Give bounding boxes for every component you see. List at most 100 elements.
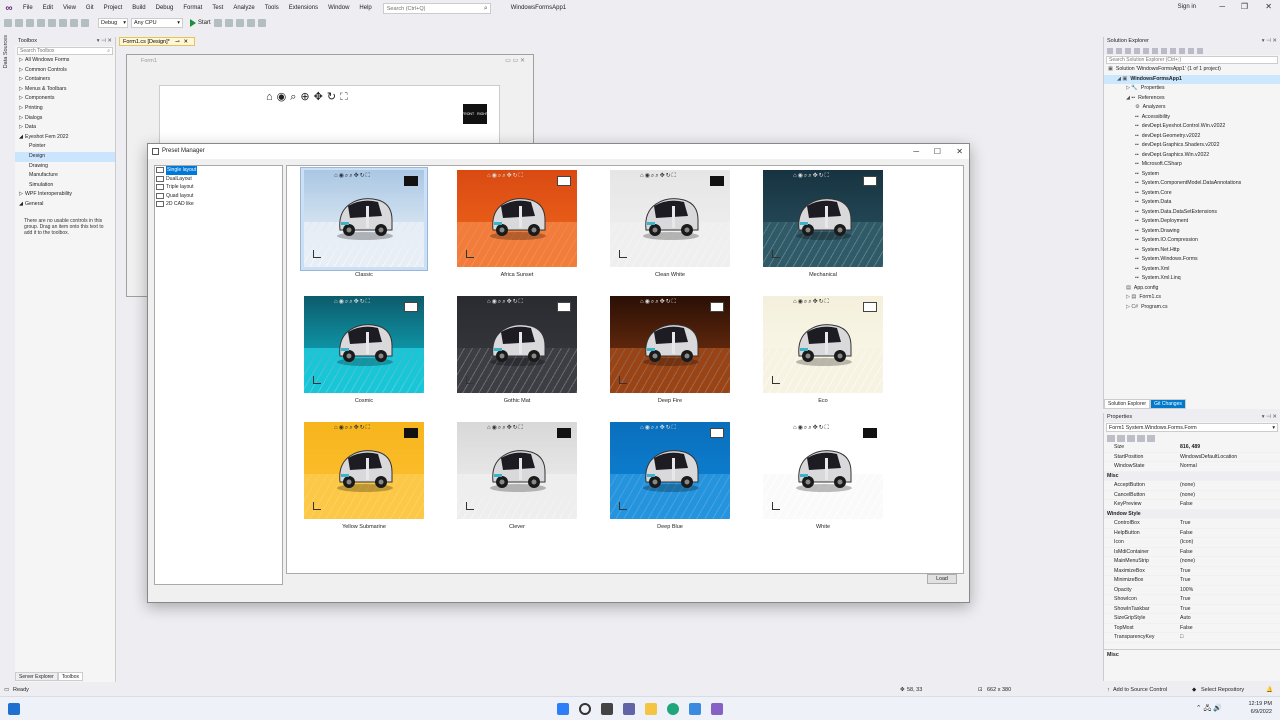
preset-thumbnail[interactable]: ⌂◉⌕⌕✥↻⛶ Classic bbox=[300, 167, 428, 285]
select-repository[interactable]: Select Repository bbox=[1201, 684, 1244, 696]
solution-tree-item[interactable]: ▪▪ System.Data.DataSetExtensions bbox=[1104, 208, 1280, 218]
property-row[interactable]: Icon (Icon) bbox=[1104, 538, 1280, 548]
notifications-icon[interactable]: 🔔 bbox=[1266, 684, 1273, 696]
toolbox-item[interactable]: ▷ Printing bbox=[15, 104, 115, 114]
sync-icon[interactable] bbox=[1152, 47, 1158, 54]
visual-studio-icon[interactable] bbox=[711, 703, 723, 715]
toolbox-search-input[interactable]: Search Toolbox ⌕ bbox=[17, 47, 113, 55]
property-value[interactable]: True bbox=[1180, 567, 1280, 576]
tray-icons[interactable]: ⌃ 🖧 🔊 bbox=[1196, 704, 1222, 715]
solution-tree-item[interactable]: ▪▪ System.Xml.Linq bbox=[1104, 274, 1280, 284]
preset-thumbnail[interactable]: ⌂◉⌕⌕✥↻⛶ Deep Blue bbox=[606, 419, 734, 537]
property-row[interactable]: ControlBox True bbox=[1104, 519, 1280, 529]
collapse-all-icon[interactable] bbox=[1170, 47, 1176, 54]
property-category[interactable]: Misc bbox=[1104, 471, 1280, 481]
menu-item-window[interactable]: Window bbox=[323, 0, 354, 16]
toolbox-item[interactable]: ▷ Components bbox=[15, 94, 115, 104]
property-category[interactable]: Window Style bbox=[1104, 509, 1280, 519]
menu-item-debug[interactable]: Debug bbox=[151, 0, 179, 16]
properties-object-selector[interactable]: Form1 System.Windows.Forms.Form ▾ bbox=[1106, 423, 1278, 432]
property-row[interactable]: MaximizeBox True bbox=[1104, 567, 1280, 576]
pending-changes-icon[interactable] bbox=[1143, 47, 1149, 54]
property-value[interactable]: False bbox=[1180, 548, 1280, 557]
menu-item-build[interactable]: Build bbox=[127, 0, 150, 16]
preset-thumbnail[interactable]: ⌂◉⌕⌕✥↻⛶ Mechanical bbox=[759, 167, 887, 285]
align-icon[interactable] bbox=[235, 19, 244, 27]
pin-icon[interactable]: ⊸ bbox=[175, 39, 180, 45]
preset-thumbnail[interactable]: ⌂◉⌕⌕✥↻⛶ Yellow Submarine bbox=[300, 419, 428, 537]
tab-solution-explorer[interactable]: Solution Explorer bbox=[1104, 399, 1151, 409]
property-value[interactable]: False bbox=[1180, 529, 1280, 538]
solution-tree-item[interactable]: ⚙ Analyzers bbox=[1104, 103, 1280, 113]
toolbox-item[interactable]: ▷ Common Controls bbox=[15, 66, 115, 76]
solution-tree-item[interactable]: ▪▪ System.Drawing bbox=[1104, 227, 1280, 237]
layout-list-item[interactable]: DualLayout bbox=[155, 175, 282, 184]
view-cube-icon[interactable]: FRONT RIGHT bbox=[462, 104, 488, 124]
property-value[interactable]: True bbox=[1180, 605, 1280, 614]
preset-thumbnail[interactable]: ⌂◉⌕⌕✥↻⛶ Clever bbox=[453, 419, 581, 537]
menu-item-extensions[interactable]: Extensions bbox=[284, 0, 323, 16]
solution-tree-item[interactable]: ▪▪ System.Data bbox=[1104, 198, 1280, 208]
property-value[interactable]: False bbox=[1180, 624, 1280, 633]
solution-tree-item[interactable]: ▪▪ Accessibility bbox=[1104, 113, 1280, 123]
property-row[interactable]: MinimizeBox True bbox=[1104, 576, 1280, 586]
back-icon[interactable] bbox=[4, 19, 12, 27]
solution-tree-item[interactable]: ▣ Solution 'WindowsFormsApp1' (1 of 1 pro… bbox=[1104, 65, 1280, 75]
tab-form1-design[interactable]: Form1.cs [Design]* ⊸ ✕ bbox=[119, 37, 195, 46]
file-explorer-icon[interactable] bbox=[645, 703, 657, 715]
start-icon[interactable] bbox=[557, 703, 569, 715]
panel-controls-icon[interactable]: ▾ ⊣ ✕ bbox=[97, 37, 112, 46]
sign-in-link[interactable]: Sign in bbox=[1178, 4, 1196, 10]
events-icon[interactable] bbox=[1137, 434, 1145, 442]
property-row[interactable]: StartPosition WindowsDefaultLocation bbox=[1104, 453, 1280, 462]
solution-search-input[interactable]: Search Solution Explorer (Ctrl+;) bbox=[1106, 56, 1278, 64]
stop-icon[interactable] bbox=[224, 19, 233, 27]
preset-thumbnail[interactable]: ⌂◉⌕⌕✥↻⛶ Deep Fire bbox=[606, 293, 734, 411]
desktop-icon[interactable] bbox=[8, 703, 20, 715]
configuration-dropdown[interactable]: Debug ▾ bbox=[98, 18, 128, 28]
show-all-files-icon[interactable] bbox=[1179, 47, 1185, 54]
toolbox-item[interactable]: ◢ General bbox=[15, 200, 115, 210]
toolbox-empty-note[interactable]: There are no usable controls in this gro… bbox=[15, 210, 115, 237]
property-row[interactable]: KeyPreview False bbox=[1104, 500, 1280, 510]
property-value[interactable]: □ bbox=[1180, 633, 1280, 642]
property-value[interactable]: (none) bbox=[1180, 491, 1280, 500]
property-row[interactable]: IsMdiContainer False bbox=[1104, 548, 1280, 557]
hot-reload-icon[interactable] bbox=[213, 19, 222, 27]
preset-thumbnail[interactable]: ⌂◉⌕⌕✥↻⛶ White bbox=[759, 419, 887, 537]
preset-thumbnail[interactable]: ⌂◉⌕⌕✥↻⛶ Gothic Mat bbox=[453, 293, 581, 411]
new-item-icon[interactable] bbox=[26, 19, 34, 27]
property-row[interactable]: CancelButton (none) bbox=[1104, 491, 1280, 500]
property-row[interactable]: TopMost False bbox=[1104, 624, 1280, 633]
home-icon[interactable] bbox=[1125, 47, 1131, 54]
menu-item-test[interactable]: Test bbox=[207, 0, 228, 16]
search-icon[interactable] bbox=[579, 703, 591, 715]
toolbox-item[interactable]: Pointer bbox=[15, 142, 115, 152]
refresh-icon[interactable] bbox=[1161, 47, 1167, 54]
property-row[interactable]: ShowInTaskbar True bbox=[1104, 605, 1280, 614]
property-row[interactable]: HelpButton False bbox=[1104, 529, 1280, 538]
property-value[interactable]: Normal bbox=[1180, 462, 1280, 471]
property-value[interactable]: 816, 489 bbox=[1180, 443, 1280, 452]
data-sources-tab[interactable]: Data Sources bbox=[3, 35, 9, 68]
start-button[interactable]: Start bbox=[190, 19, 211, 27]
solution-tree-item[interactable]: ◢ ▪▪ References bbox=[1104, 94, 1280, 104]
toolbox-item[interactable]: ◢ Eyeshot Fem 2022 bbox=[15, 133, 115, 143]
property-value[interactable]: (none) bbox=[1180, 481, 1280, 490]
tab-toolbox[interactable]: Toolbox bbox=[57, 672, 83, 681]
close-tab-icon[interactable]: ✕ bbox=[183, 39, 188, 45]
alphabetical-icon[interactable] bbox=[1117, 434, 1125, 442]
property-row[interactable]: SizeGripStyle Auto bbox=[1104, 614, 1280, 624]
maximize-icon[interactable]: ☐ bbox=[934, 144, 941, 159]
preset-thumbnail[interactable]: ⌂◉⌕⌕✥↻⛶ Cosmic bbox=[300, 293, 428, 411]
open-icon[interactable] bbox=[37, 19, 45, 27]
spacing-icon[interactable] bbox=[257, 19, 266, 27]
solution-tree-item[interactable]: ▪▪ devDept.Geometry.v2022 bbox=[1104, 132, 1280, 142]
preview-icon[interactable] bbox=[1197, 47, 1203, 54]
forward-icon[interactable] bbox=[1116, 47, 1122, 54]
property-pages-icon[interactable] bbox=[1147, 434, 1155, 442]
close-icon[interactable]: ✕ bbox=[1265, 2, 1272, 11]
close-icon[interactable]: ✕ bbox=[956, 144, 963, 159]
switch-views-icon[interactable] bbox=[1134, 47, 1140, 54]
property-row[interactable]: Opacity 100% bbox=[1104, 586, 1280, 595]
